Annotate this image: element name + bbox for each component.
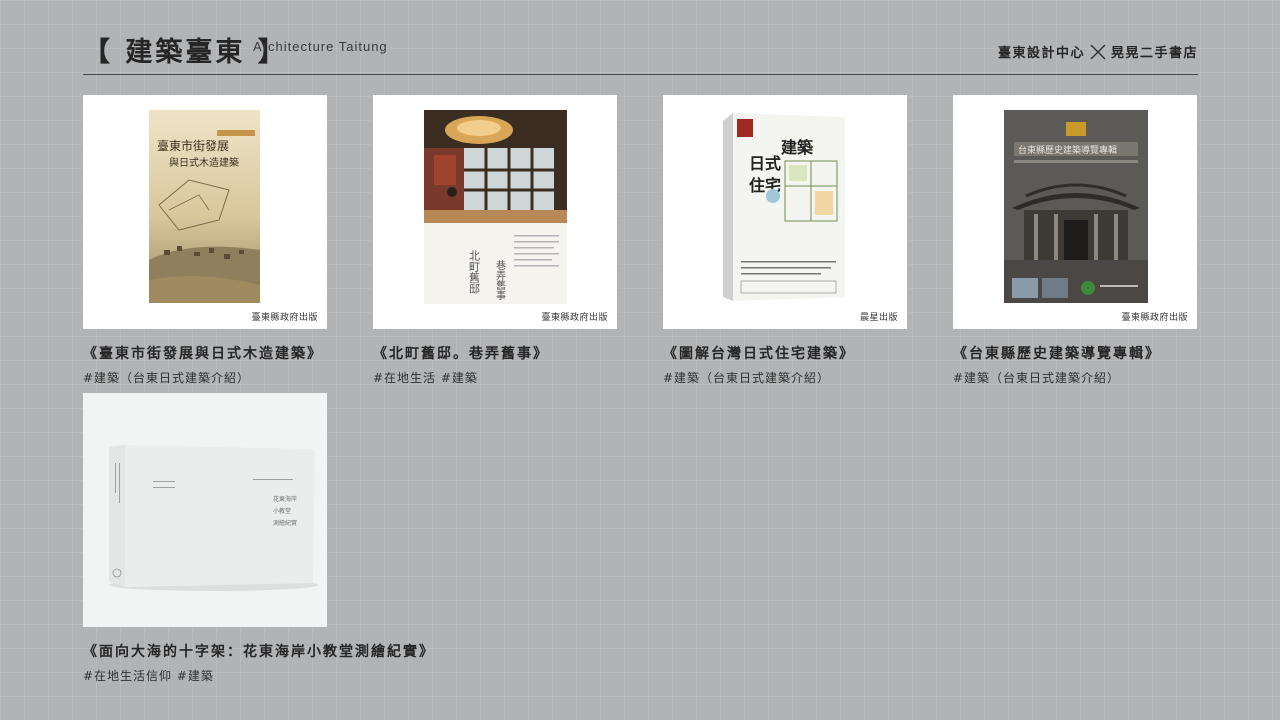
book-cover-floorplan: 日式 住宅 建築 xyxy=(723,113,845,301)
publisher-label: 臺東縣政府出版 xyxy=(541,313,608,323)
book-cover[interactable]: 北町舊邸 巷弄舊事 臺東縣政府出版 xyxy=(373,95,617,329)
publisher-label: 晨星出版 xyxy=(859,313,898,323)
book-cover-white-box: 花東海岸 小教堂 測繪紀實 xyxy=(108,445,318,591)
svg-text:巷弄舊事: 巷弄舊事 xyxy=(494,260,506,300)
book-tags: #建築（台東日式建築介紹） xyxy=(83,371,251,385)
publisher-label: 臺東縣政府出版 xyxy=(251,313,318,323)
partner-credits: 臺東設計中心 晃晃二手書店 xyxy=(998,42,1198,61)
svg-text:日式: 日式 xyxy=(749,154,781,173)
svg-text:小教堂: 小教堂 xyxy=(273,507,291,515)
book-cover-window-photo: 北町舊邸 巷弄舊事 xyxy=(424,110,567,304)
svg-text:建築: 建築 xyxy=(781,138,814,157)
book-title[interactable]: 《臺東市街發展與日式木造建築》 xyxy=(83,343,327,363)
svg-text:花東海岸: 花東海岸 xyxy=(273,495,297,503)
book-cover[interactable]: 日式 住宅 建築 晨星出版 xyxy=(663,95,907,329)
book-cover-temple-photo: 台東縣歷史建築導覽專輯 xyxy=(1004,110,1148,303)
book-card[interactable]: 北町舊邸 巷弄舊事 臺東縣政府出版 《北町舊邸。巷弄舊事》 #在地生活 #建築 xyxy=(373,95,617,386)
svg-text:與日式木造建築: 與日式木造建築 xyxy=(169,156,239,169)
book-tags: #在地生活信仰 #建築 xyxy=(83,669,214,683)
page-subtitle: Architecture Taitung xyxy=(253,39,388,54)
book-card[interactable]: 台東縣歷史建築導覽專輯 臺東縣政府出版 《台東縣歷史建築導覽專輯》 #建築（台東… xyxy=(953,95,1197,386)
svg-text:測繪紀實: 測繪紀實 xyxy=(273,519,297,527)
svg-text:臺東市街發展: 臺東市街發展 xyxy=(157,138,229,153)
book-card[interactable]: 臺東市街發展 與日式木造建築 臺東縣政府出版 《臺東市街發展與日式木造建築》 #… xyxy=(83,95,327,386)
book-title[interactable]: 《台東縣歷史建築導覽專輯》 xyxy=(953,343,1197,363)
book-title[interactable]: 《北町舊邸。巷弄舊事》 xyxy=(373,343,617,363)
book-card[interactable]: 日式 住宅 建築 晨星出版 《圖解台灣日式住宅建築》 #建築（台東日式建築介紹） xyxy=(663,95,907,386)
book-tags: #建築（台東日式建築介紹） xyxy=(663,371,831,385)
svg-text:北町舊邸: 北町舊邸 xyxy=(468,250,481,294)
book-tags: #建築（台東日式建築介紹） xyxy=(953,371,1121,385)
book-title[interactable]: 《圖解台灣日式住宅建築》 xyxy=(663,343,907,363)
partner-bookstore: 晃晃二手書店 xyxy=(1110,46,1198,61)
page-header: 【 建築臺東 】 Architecture Taitung 臺東設計中心 晃晃二… xyxy=(83,28,1198,75)
book-cover[interactable]: 台東縣歷史建築導覽專輯 臺東縣政府出版 xyxy=(953,95,1197,329)
book-title[interactable]: 《面向大海的十字架：花東海岸小教堂測繪紀實》 xyxy=(83,641,433,661)
book-card[interactable]: 花東海岸 小教堂 測繪紀實 《面向大海的十字架：花東海岸小教堂測繪紀實》 #在地… xyxy=(83,393,433,684)
svg-text:台東縣歷史建築導覽專輯: 台東縣歷史建築導覽專輯 xyxy=(1018,144,1117,156)
partner-design-center: 臺東設計中心 xyxy=(997,46,1085,61)
cross-icon xyxy=(1090,44,1106,59)
book-cover[interactable]: 臺東市街發展 與日式木造建築 臺東縣政府出版 xyxy=(83,95,327,329)
book-cover-map-illustration: 臺東市街發展 與日式木造建築 xyxy=(149,110,260,303)
book-tags: #在地生活 #建築 xyxy=(373,371,478,385)
book-cover[interactable]: 花東海岸 小教堂 測繪紀實 xyxy=(83,393,327,627)
publisher-label: 臺東縣政府出版 xyxy=(1121,313,1188,323)
